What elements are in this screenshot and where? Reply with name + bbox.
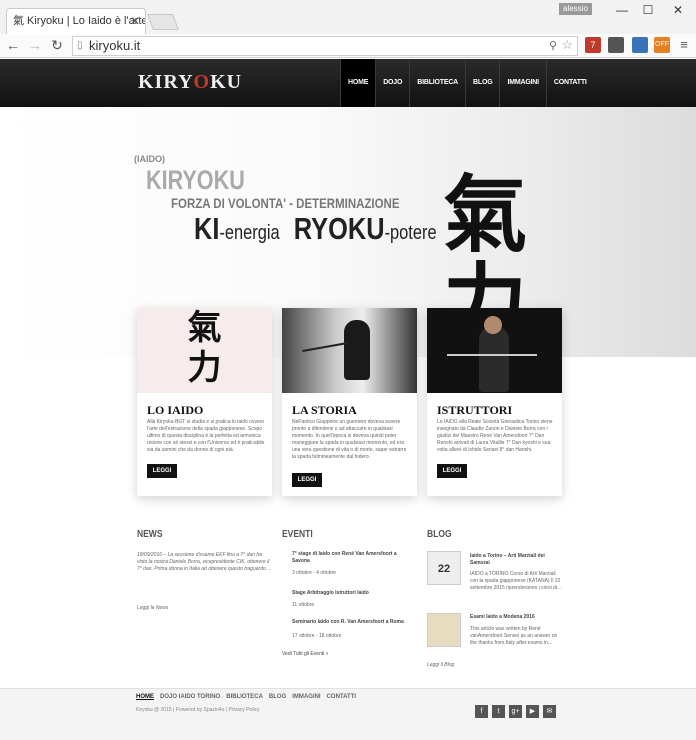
reload-icon[interactable]: ↻ bbox=[48, 37, 66, 54]
site-logo[interactable]: KIRYOKU bbox=[138, 71, 242, 94]
read-more-button[interactable]: LEGGI bbox=[437, 464, 467, 478]
ryoku-suffix: -potere bbox=[384, 222, 437, 244]
favicon-icon: 氣 bbox=[13, 15, 24, 27]
blog-thumbnail[interactable]: 22 bbox=[427, 551, 461, 585]
event-date: 11 ottobre bbox=[292, 602, 315, 608]
page-icon: ▯ bbox=[77, 40, 83, 51]
footer-nav-contatti[interactable]: CONTATTI bbox=[327, 694, 356, 700]
nav-home[interactable]: HOME bbox=[340, 59, 376, 107]
user-profile-badge[interactable]: alessio bbox=[559, 3, 592, 15]
tab-close-icon[interactable]: ✕ bbox=[130, 9, 140, 33]
logo-part: KU bbox=[210, 71, 243, 93]
nav-blog[interactable]: BLOG bbox=[465, 59, 499, 107]
website: KIRYOKU HOME DOJO BIBLIOTECA BLOG IMMAGI… bbox=[0, 59, 696, 740]
blog-more-link[interactable]: Leggi il Blog bbox=[427, 662, 454, 669]
ki-word: KI bbox=[194, 211, 220, 246]
event-title[interactable]: Stage Arbitraggio Istruttori Iaido bbox=[292, 590, 412, 597]
card-istruttori: ISTRUTTORI Lo IAIDO alla Reale Società G… bbox=[427, 308, 562, 496]
nav-biblioteca[interactable]: BIBLIOTECA bbox=[409, 59, 465, 107]
tab-title: Kiryoku | Lo Iaido è l'arte d bbox=[27, 15, 146, 27]
nav-immagini[interactable]: IMMAGINI bbox=[499, 59, 545, 107]
card-title: LA STORIA bbox=[292, 403, 357, 417]
zoom-icon[interactable]: ⚲ bbox=[549, 37, 557, 55]
browser-toolbar: ← → ↻ ▯ kiryoku.it ⚲ ☆ 7 OFF ≡ bbox=[0, 34, 696, 58]
events-more-link[interactable]: Vedi Tutti gli Eventi » bbox=[282, 651, 328, 658]
news-more-link[interactable]: Leggi le News bbox=[137, 605, 168, 612]
footer-nav-biblioteca[interactable]: BIBLIOTECA bbox=[226, 694, 263, 700]
window-close-icon[interactable]: ✕ bbox=[666, 3, 690, 17]
blog-post-title[interactable]: Esami Iaido a Modena 2016 bbox=[470, 614, 562, 621]
nav-contatti[interactable]: CONTATTI bbox=[545, 59, 594, 107]
new-tab-button[interactable] bbox=[147, 14, 179, 30]
events-heading: EVENTI bbox=[282, 529, 313, 540]
swordsman-photo bbox=[282, 308, 417, 393]
email-icon[interactable]: ✉ bbox=[543, 705, 556, 718]
maximize-icon[interactable]: ☐ bbox=[636, 3, 660, 17]
main-nav: HOME DOJO BIBLIOTECA BLOG IMMAGINI CONTA… bbox=[340, 59, 594, 107]
bookmark-star-icon[interactable]: ☆ bbox=[561, 36, 573, 54]
kanji: 氣 bbox=[187, 308, 222, 348]
footer-copyright: Kiryoku @ 2015 | Powered by Spazio4u | P… bbox=[136, 707, 260, 713]
back-icon[interactable]: ← bbox=[4, 37, 22, 53]
extension-blue-icon[interactable] bbox=[632, 37, 648, 53]
footer-nav-immagini[interactable]: IMMAGINI bbox=[292, 694, 320, 700]
blog-thumbnail[interactable] bbox=[427, 613, 461, 647]
ki-suffix: -energia bbox=[219, 222, 280, 244]
url-text: kiryoku.it bbox=[89, 38, 141, 53]
calligraphy-image: 氣力 bbox=[137, 308, 272, 393]
footer-nav-dojo[interactable]: DOJO IAIDO TORINO bbox=[160, 694, 220, 700]
forward-icon[interactable]: → bbox=[26, 37, 44, 53]
card-lo-iaido: 氣力 LO IAIDO Alla Kiryoku-BGT si studia e… bbox=[137, 308, 272, 496]
hero-title: KIRYOKU bbox=[146, 165, 245, 195]
extension-icon-badge[interactable]: 7 bbox=[585, 37, 601, 53]
read-more-button[interactable]: LEGGI bbox=[292, 473, 322, 487]
kanji: 力 bbox=[187, 348, 222, 388]
twitter-icon[interactable]: t bbox=[492, 705, 505, 718]
card-text: Lo IAIDO alla Reale Società Ginnastica T… bbox=[437, 419, 553, 453]
card-title: LO IAIDO bbox=[147, 403, 204, 417]
browser-tabstrip: 氣 Kiryoku | Lo Iaido è l'arte d ✕ alessi… bbox=[0, 0, 696, 34]
footer-nav-blog[interactable]: BLOG bbox=[269, 694, 286, 700]
event-title[interactable]: 7° stage di Iaido con René Van Amersfoor… bbox=[292, 551, 412, 565]
footer-nav-home[interactable]: HOME bbox=[136, 694, 154, 700]
blog-heading: BLOG bbox=[427, 529, 452, 540]
read-more-button[interactable]: LEGGI bbox=[147, 464, 177, 478]
card-la-storia: LA STORIA Nell'antico Giappone un guerri… bbox=[282, 308, 417, 496]
google-plus-icon[interactable]: g+ bbox=[509, 705, 522, 718]
nav-dojo[interactable]: DOJO bbox=[375, 59, 409, 107]
kanji-ki: 氣 bbox=[442, 165, 527, 264]
blog-post-excerpt: IAIDO a TORINO Corso di Arti Marziali co… bbox=[470, 571, 562, 591]
youtube-icon[interactable]: ▶ bbox=[526, 705, 539, 718]
event-title[interactable]: Seminario Iaido con R. Van Amersfoort a … bbox=[292, 619, 412, 626]
browser-tab[interactable]: 氣 Kiryoku | Lo Iaido è l'arte d ✕ bbox=[6, 8, 146, 34]
address-bar[interactable]: ▯ kiryoku.it ⚲ ☆ bbox=[72, 36, 578, 56]
blog-post-excerpt: This article was written by René vanAmer… bbox=[470, 626, 558, 646]
site-header: KIRYOKU HOME DOJO BIBLIOTECA BLOG IMMAGI… bbox=[0, 59, 696, 107]
logo-o: O bbox=[193, 71, 211, 93]
card-text: Nell'antico Giappone un guerriero doveva… bbox=[292, 419, 407, 460]
feature-cards: 氣力 LO IAIDO Alla Kiryoku-BGT si studia e… bbox=[0, 308, 696, 498]
footer-nav: HOME DOJO IAIDO TORINO BIBLIOTECA BLOG I… bbox=[136, 694, 356, 700]
card-title: ISTRUTTORI bbox=[437, 403, 513, 417]
hero-tag: (IAIDO) bbox=[134, 154, 165, 164]
extension-glove-icon[interactable] bbox=[608, 37, 624, 53]
menu-icon[interactable]: ≡ bbox=[676, 37, 692, 53]
minimize-icon[interactable]: — bbox=[610, 3, 634, 17]
facebook-icon[interactable]: f bbox=[475, 705, 488, 718]
event-date: 17 ottobre - 18 ottobre bbox=[292, 633, 342, 639]
extension-off-icon[interactable]: OFF bbox=[654, 37, 670, 53]
hero-ki-ryoku: KI-energia RYOKU-potere bbox=[194, 211, 437, 247]
event-date: 3 ottobre - 4 ottobre bbox=[292, 570, 336, 576]
hero-subtitle: FORZA DI VOLONTA' - DETERMINAZIONE bbox=[171, 195, 400, 211]
site-footer: HOME DOJO IAIDO TORINO BIBLIOTECA BLOG I… bbox=[0, 688, 696, 740]
logo-part: KIRY bbox=[138, 71, 194, 93]
news-text: 18/09/2016 – La sessione d'esame EKF fin… bbox=[137, 552, 271, 572]
news-heading: NEWS bbox=[137, 529, 163, 540]
blog-post-title[interactable]: Iaido a Torino – Arti Marziali dei Samur… bbox=[470, 553, 562, 567]
ryoku-word: RYOKU bbox=[293, 211, 385, 246]
card-text: Alla Kiryoku-BGT si studia e si pratica … bbox=[147, 419, 265, 453]
instructor-photo bbox=[427, 308, 562, 393]
